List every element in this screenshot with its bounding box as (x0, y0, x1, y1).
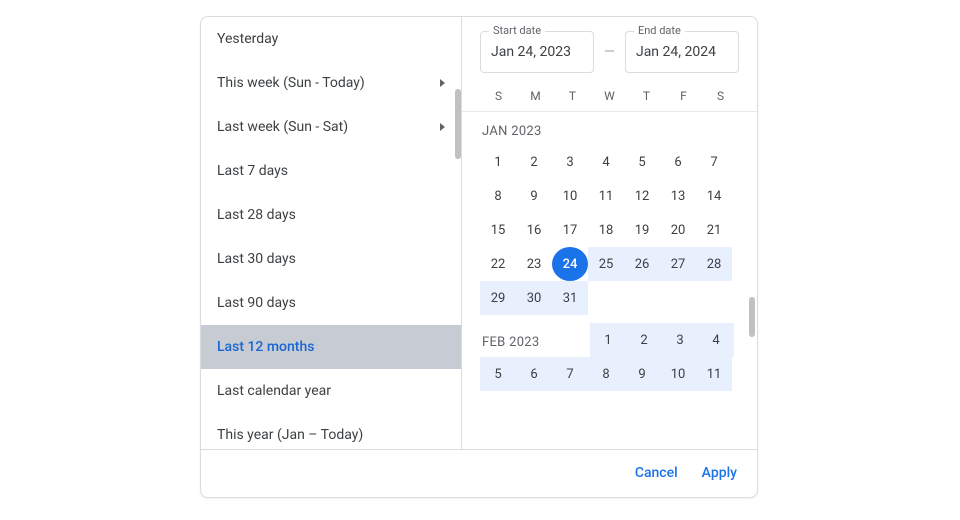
day-cell[interactable]: 7 (696, 145, 732, 179)
start-date-label: Start date (489, 24, 545, 37)
day-cell[interactable]: 4 (698, 323, 734, 357)
date-range-picker: Yesterday This week (Sun - Today) Last wee… (200, 16, 758, 498)
month-label: JAN 2023 (480, 112, 739, 145)
preset-label: Last week (Sun - Sat) (217, 119, 348, 135)
preset-item[interactable]: Last 30 days (201, 237, 461, 281)
preset-item[interactable]: Last 7 days (201, 149, 461, 193)
preset-item[interactable]: Last 90 days (201, 281, 461, 325)
month-grid: 567891011 (480, 357, 739, 391)
day-cell[interactable]: 16 (516, 213, 552, 247)
day-cell[interactable]: 1 (480, 145, 516, 179)
day-cell[interactable]: 18 (588, 213, 624, 247)
day-cell[interactable]: 10 (660, 357, 696, 391)
calendar-scroll[interactable]: JAN 202312345678910111213141516171819202… (462, 112, 757, 449)
apply-button[interactable]: Apply (702, 465, 737, 481)
day-cell[interactable]: 29 (480, 281, 516, 315)
month-grid: 1234567891011121314151617181920212223242… (480, 145, 739, 315)
day-cell[interactable]: 9 (516, 179, 552, 213)
day-cell[interactable]: 28 (696, 247, 732, 281)
preset-label: This year (Jan – Today) (217, 427, 363, 443)
month-label: FEB 2023 (480, 323, 590, 350)
preset-label: Last 28 days (217, 207, 296, 223)
day-cell[interactable]: 27 (660, 247, 696, 281)
end-date-label: End date (634, 24, 685, 37)
day-cell[interactable]: 22 (480, 247, 516, 281)
weekday-cell: T (628, 89, 665, 103)
cancel-button[interactable]: Cancel (635, 465, 678, 481)
day-cell[interactable]: 12 (624, 179, 660, 213)
weekday-cell: F (665, 89, 702, 103)
day-cell[interactable]: 7 (552, 357, 588, 391)
preset-label: Last 7 days (217, 163, 288, 179)
preset-label: Yesterday (217, 31, 278, 47)
scrollbar-thumb[interactable] (455, 89, 461, 159)
day-cell[interactable]: 11 (696, 357, 732, 391)
picker-body: Yesterday This week (Sun - Today) Last wee… (201, 17, 757, 449)
preset-item[interactable]: Last 12 months (201, 325, 461, 369)
preset-label: Last 12 months (217, 339, 314, 355)
preset-item[interactable]: Last calendar year (201, 369, 461, 413)
day-cell[interactable]: 2 (626, 323, 662, 357)
end-date-field[interactable]: End date Jan 24, 2024 (625, 31, 739, 73)
day-cell[interactable]: 8 (480, 179, 516, 213)
day-cell[interactable]: 8 (588, 357, 624, 391)
picker-footer: Cancel Apply (201, 449, 757, 497)
preset-item[interactable]: This year (Jan – Today) (201, 413, 461, 449)
end-date-value: Jan 24, 2024 (636, 44, 716, 60)
preset-label: This week (Sun - Today) (217, 75, 365, 91)
day-cell[interactable]: 23 (516, 247, 552, 281)
day-cell[interactable]: 19 (624, 213, 660, 247)
day-cell[interactable]: 2 (516, 145, 552, 179)
day-cell[interactable]: 6 (660, 145, 696, 179)
preset-item[interactable]: Last week (Sun - Sat) (201, 105, 461, 149)
preset-item[interactable]: Last 28 days (201, 193, 461, 237)
day-cell[interactable]: 11 (588, 179, 624, 213)
chevron-right-icon (440, 123, 445, 131)
scrollbar-thumb[interactable] (749, 297, 755, 337)
day-cell[interactable]: 24 (552, 247, 588, 281)
start-date-field[interactable]: Start date Jan 24, 2023 (480, 31, 594, 73)
day-cell[interactable]: 3 (552, 145, 588, 179)
day-cell[interactable]: 5 (624, 145, 660, 179)
day-cell[interactable]: 26 (624, 247, 660, 281)
day-cell[interactable]: 21 (696, 213, 732, 247)
month-row: FEB 20231234 (480, 315, 739, 357)
start-date-value: Jan 24, 2023 (491, 44, 571, 60)
day-cell[interactable]: 13 (660, 179, 696, 213)
month-grid: 1234 (590, 323, 739, 357)
preset-item[interactable]: This week (Sun - Today) (201, 61, 461, 105)
weekday-cell: T (554, 89, 591, 103)
day-cell[interactable]: 6 (516, 357, 552, 391)
day-cell[interactable]: 31 (552, 281, 588, 315)
day-cell[interactable]: 17 (552, 213, 588, 247)
calendar-pane: Start date Jan 24, 2023 — End date Jan 2… (462, 17, 757, 449)
weekday-cell: W (591, 89, 628, 103)
day-cell[interactable]: 1 (590, 323, 626, 357)
weekday-header: SMTWTFS (462, 83, 757, 112)
date-inputs: Start date Jan 24, 2023 — End date Jan 2… (462, 17, 757, 83)
day-cell[interactable]: 10 (552, 179, 588, 213)
range-separator: — (604, 44, 615, 60)
day-cell[interactable]: 4 (588, 145, 624, 179)
day-cell[interactable]: 30 (516, 281, 552, 315)
day-cell[interactable]: 5 (480, 357, 516, 391)
preset-label: Last calendar year (217, 383, 331, 399)
day-cell[interactable]: 9 (624, 357, 660, 391)
day-cell[interactable]: 20 (660, 213, 696, 247)
weekday-cell: S (480, 89, 517, 103)
preset-label: Last 30 days (217, 251, 296, 267)
chevron-right-icon (440, 79, 445, 87)
day-cell[interactable]: 15 (480, 213, 516, 247)
weekday-cell: M (517, 89, 554, 103)
day-cell[interactable]: 14 (696, 179, 732, 213)
preset-label: Last 90 days (217, 295, 296, 311)
preset-list[interactable]: Yesterday This week (Sun - Today) Last wee… (201, 17, 462, 449)
preset-item[interactable]: Yesterday (201, 17, 461, 61)
weekday-cell: S (702, 89, 739, 103)
day-cell[interactable]: 25 (588, 247, 624, 281)
day-cell[interactable]: 3 (662, 323, 698, 357)
